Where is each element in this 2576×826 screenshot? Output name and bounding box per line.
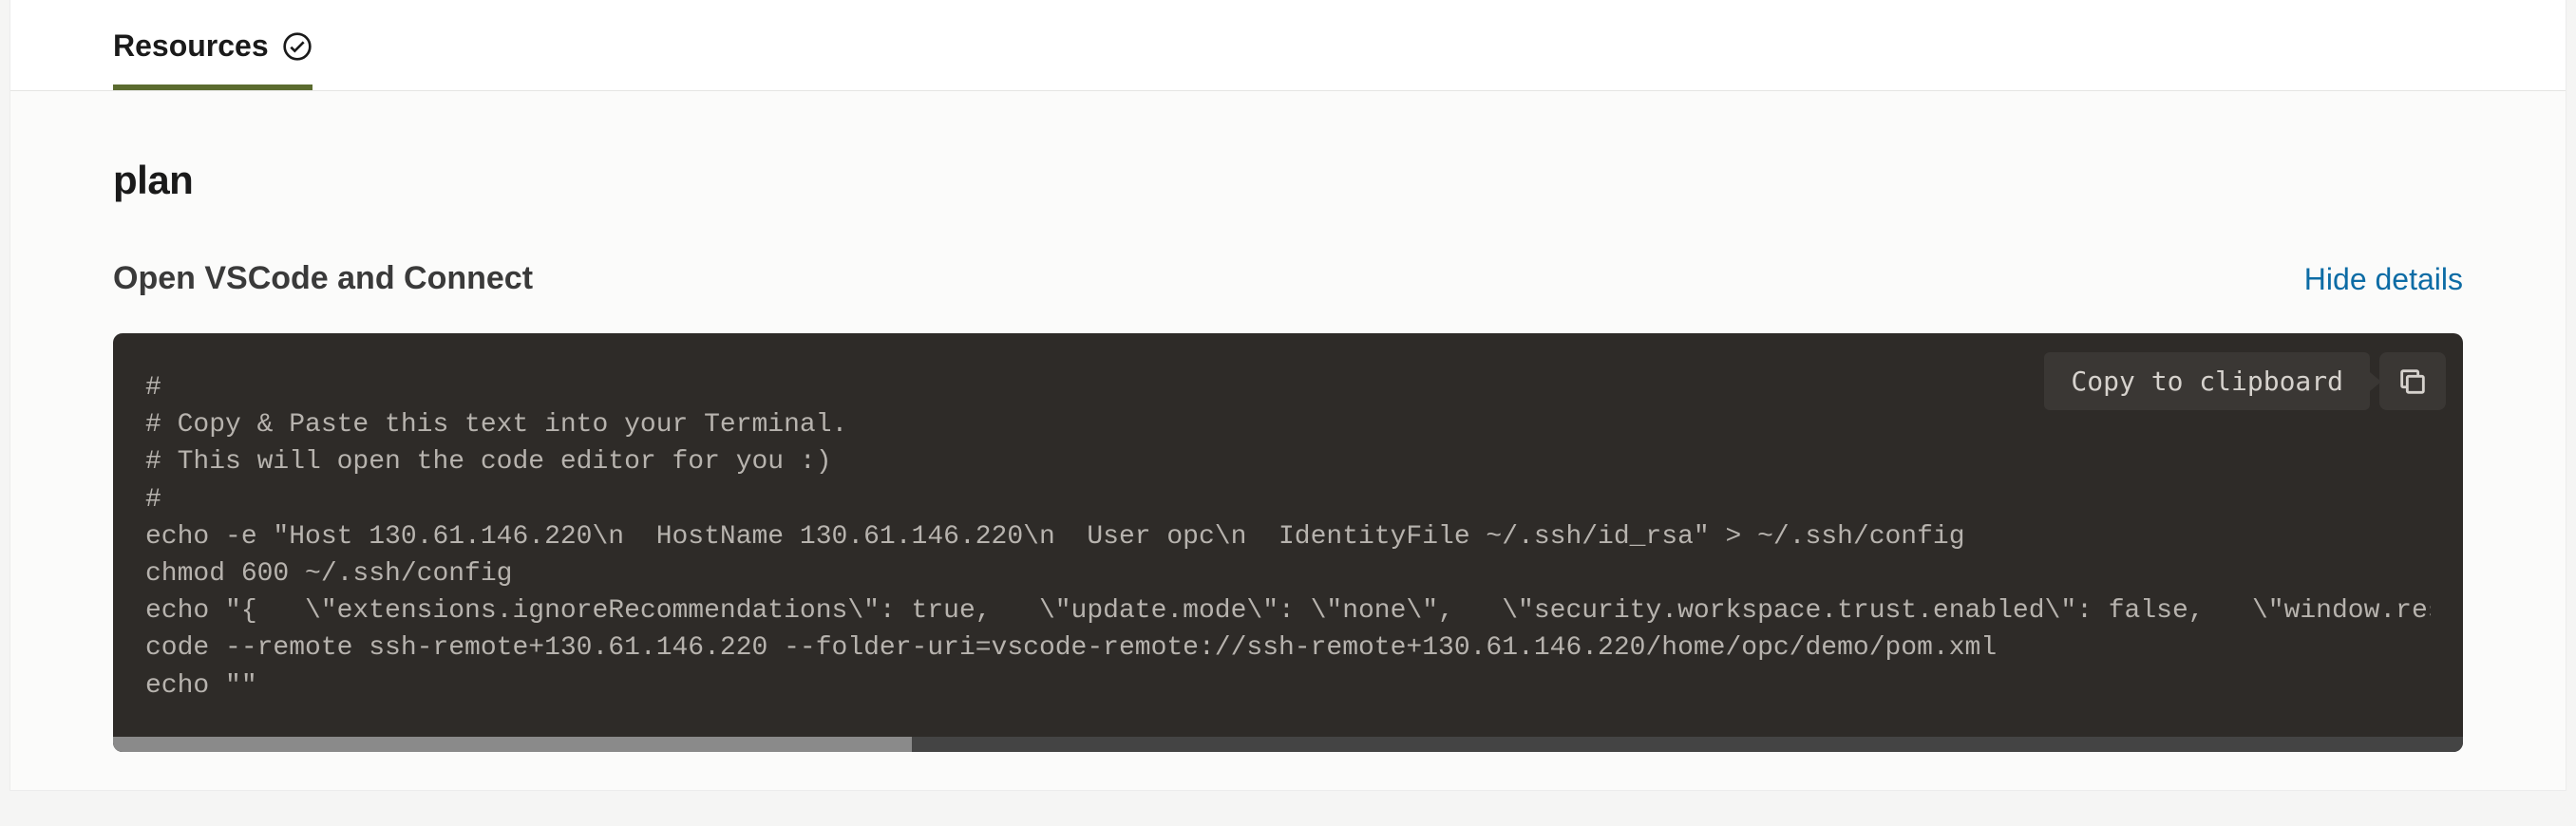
copy-icon (2396, 366, 2429, 398)
horizontal-scrollbar[interactable] (113, 737, 2463, 752)
hide-details-link[interactable]: Hide details (2304, 262, 2463, 297)
tab-label: Resources (113, 28, 269, 64)
check-circle-icon (282, 31, 313, 62)
page-title: plan (113, 158, 2463, 203)
tab-resources[interactable]: Resources (113, 28, 313, 90)
scrollbar-thumb[interactable] (113, 737, 912, 752)
page-container: Resources plan Open VSCode and Connect H… (9, 0, 2567, 791)
section-header-row: Open VSCode and Connect Hide details (113, 260, 2463, 297)
copy-tooltip: Copy to clipboard (2044, 352, 2370, 410)
copy-group: Copy to clipboard (2044, 352, 2446, 410)
copy-button[interactable] (2379, 352, 2446, 410)
content-area: plan Open VSCode and Connect Hide detail… (10, 90, 2566, 790)
section-subtitle: Open VSCode and Connect (113, 260, 533, 297)
tabs-bar: Resources (10, 0, 2566, 90)
code-text[interactable]: # # Copy & Paste this text into your Ter… (145, 369, 2431, 704)
code-block: Copy to clipboard # # Copy & Paste this … (113, 333, 2463, 752)
